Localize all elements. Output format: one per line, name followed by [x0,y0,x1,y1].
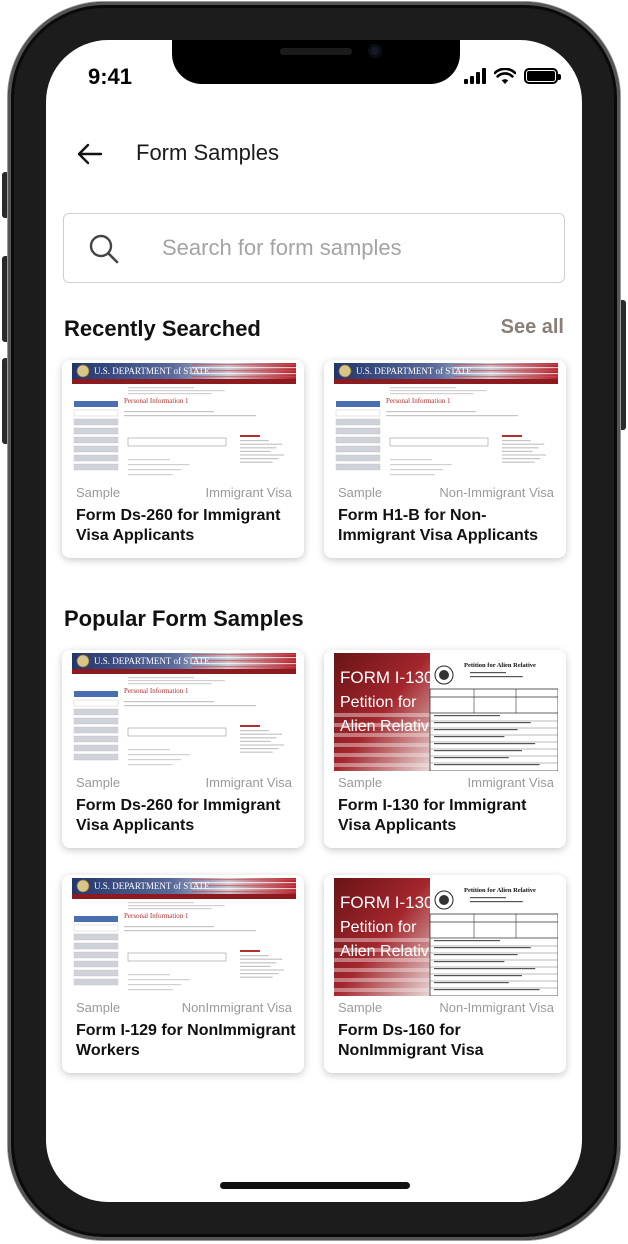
status-time: 9:41 [88,64,133,89]
svg-text:Alien Relative: Alien Relative [340,943,438,960]
svg-text:Petition for Alien Relative: Petition for Alien Relative [464,662,536,669]
card-label: Sample [338,485,383,500]
phone-frame: 9:41 Form Samples Search for form sample… [8,2,620,1240]
card-meta: Sample Immigrant Visa [76,775,292,790]
wifi-icon [494,67,516,84]
form-preview-image: FORM I-130 Petition for Alien Relative Peti… [334,878,558,996]
card-label: Sample [338,1000,383,1015]
card-category: Non-Immigrant Visa [439,1000,554,1015]
back-button[interactable] [72,136,108,172]
card-category: Immigrant Visa [467,775,554,790]
card-title: Form H1-B for Non-Immigrant Visa Applica… [338,507,539,544]
card-title: Form Ds-260 for Immigrant Visa Applicant… [76,797,281,834]
see-all-link[interactable]: See all [501,316,564,339]
arrow-left-icon [77,143,103,165]
card-title: Form Ds-260 for Immigrant Visa Applicant… [76,507,281,544]
battery-icon [524,68,561,84]
search-input[interactable] [162,214,552,282]
card-label: Sample [76,485,121,500]
card-category: Immigrant Visa [205,485,292,500]
front-camera [368,44,382,58]
form-card[interactable]: FORM I-130 Petition for Alien Relative Peti… [324,650,566,848]
search-bar[interactable] [63,213,565,283]
svg-text:Petition for: Petition for [340,694,417,711]
svg-text:Alien Relative: Alien Relative [340,718,438,735]
form-preview-image: U.S. DEPARTMENT of STATE Personal Informa… [72,878,296,996]
svg-text:Petition for: Petition for [340,919,417,936]
svg-text:FORM I-130: FORM I-130 [340,668,434,687]
card-title: Form I-130 for Immigrant Visa Applicants [338,797,527,834]
form-card[interactable]: FORM I-130 Petition for Alien Relative Peti… [324,875,566,1073]
cellular-signal-icon [464,68,486,84]
form-thumbnail: U.S. DEPARTMENT of STATE Personal Informa… [72,653,296,771]
form-preview-image: U.S. DEPARTMENT of STATE Personal Informa… [72,653,296,771]
card-meta: Sample Immigrant Visa [338,775,554,790]
svg-text:U.S. DEPARTMENT of STATE: U.S. DEPARTMENT of STATE [94,656,210,666]
card-title: Form I-129 for NonImmigrant Workers [76,1022,296,1059]
form-card[interactable]: U.S. DEPARTMENT of STATE Personal Informa… [62,875,304,1073]
form-thumbnail: U.S. DEPARTMENT of STATE Personal Informa… [72,878,296,996]
search-icon [89,234,119,264]
card-meta: Sample NonImmigrant Visa [76,1000,292,1015]
form-preview-image: U.S. DEPARTMENT of STATE Personal Informa… [72,363,296,481]
form-thumbnail: FORM I-130 Petition for Alien Relative Peti… [334,653,558,771]
card-meta: Sample Non-Immigrant Visa [338,1000,554,1015]
card-meta: Sample Non-Immigrant Visa [338,485,554,500]
card-label: Sample [338,775,383,790]
form-preview-image: U.S. DEPARTMENT of STATE Personal Informa… [334,363,558,481]
card-label: Sample [76,1000,121,1015]
svg-text:FORM I-130: FORM I-130 [340,893,434,912]
form-preview-image: FORM I-130 Petition for Alien Relative Peti… [334,653,558,771]
card-title: Form Ds-160 for NonImmigrant Visa [338,1022,484,1059]
popular-forms-title: Popular Form Samples [64,606,304,631]
form-thumbnail: FORM I-130 Petition for Alien Relative Peti… [334,878,558,996]
card-meta: Sample Immigrant Visa [76,485,292,500]
home-indicator [220,1182,410,1189]
svg-text:Petition for Alien Relative: Petition for Alien Relative [464,887,536,894]
card-category: Non-Immigrant Visa [439,485,554,500]
notch [172,40,460,84]
form-thumbnail: U.S. DEPARTMENT of STATE Personal Informa… [334,363,558,481]
recently-searched-title: Recently Searched [64,316,261,341]
card-label: Sample [76,775,121,790]
card-category: Immigrant Visa [205,775,292,790]
svg-text:Personal Information 1: Personal Information 1 [124,912,189,920]
page-title: Form Samples [136,140,280,165]
form-card[interactable]: U.S. DEPARTMENT of STATE Personal Informa… [324,360,566,558]
speaker-grille [280,48,352,55]
card-category: NonImmigrant Visa [181,1000,292,1015]
svg-text:U.S. DEPARTMENT of STATE: U.S. DEPARTMENT of STATE [356,366,472,376]
battery-level [527,71,555,81]
screen: 9:41 Form Samples Search for form sample… [46,40,582,1202]
form-card[interactable]: U.S. DEPARTMENT of STATE Personal Informa… [62,650,304,848]
status-icons [464,66,561,86]
form-thumbnail: U.S. DEPARTMENT of STATE Personal Informa… [72,363,296,481]
form-card[interactable]: U.S. DEPARTMENT of STATE Personal Informa… [62,360,304,558]
svg-text:Personal Information 1: Personal Information 1 [124,397,189,405]
svg-text:U.S. DEPARTMENT of STATE: U.S. DEPARTMENT of STATE [94,881,210,891]
svg-text:Personal Information 1: Personal Information 1 [386,397,451,405]
svg-text:Personal Information 1: Personal Information 1 [124,687,189,695]
svg-text:U.S. DEPARTMENT of STATE: U.S. DEPARTMENT of STATE [94,366,210,376]
